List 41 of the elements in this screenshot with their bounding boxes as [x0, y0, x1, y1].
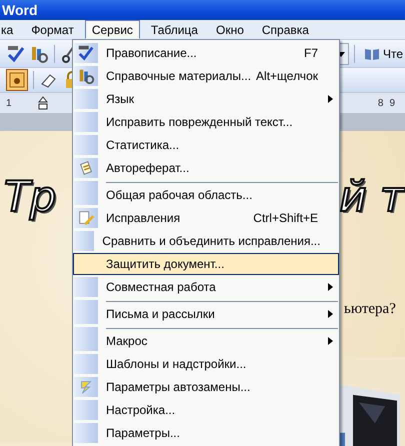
book-icon — [364, 46, 380, 60]
heading-text: Тр — [4, 171, 56, 223]
menu-item[interactable]: Письма и рассылки — [73, 299, 339, 325]
window-title: Word — [1, 2, 38, 18]
submenu-arrow-icon — [328, 95, 332, 103]
submenu-arrow-icon — [328, 310, 332, 318]
ruler-number: 8 — [378, 98, 384, 108]
submenu-arrow-icon — [328, 337, 332, 345]
menu-item[interactable]: Автореферат... — [73, 157, 339, 179]
menu-item[interactable]: Справка — [254, 20, 316, 39]
highlight-icon[interactable] — [6, 69, 28, 91]
menu-item[interactable]: Макрос — [73, 326, 339, 352]
reading-button[interactable]: Чте — [360, 46, 405, 60]
menu-item[interactable]: Общая рабочая область... — [73, 180, 339, 206]
spelling-icon — [77, 44, 95, 62]
body-text: ьютера? — [344, 301, 396, 317]
menu-item[interactable]: Формат — [24, 20, 81, 39]
menu-item[interactable]: Статистика... — [73, 134, 339, 156]
menu-item[interactable]: Сервис — [84, 20, 140, 39]
spelling-icon[interactable] — [6, 44, 26, 64]
pencil-page-icon — [77, 209, 95, 227]
menu-item[interactable]: Параметры... — [73, 422, 339, 444]
menu-item[interactable]: Параметры автозамены... — [73, 376, 339, 398]
document-icon — [77, 159, 95, 177]
menu-item[interactable]: Настройка... — [73, 399, 339, 421]
menu-item[interactable]: Правописание... F7 — [73, 42, 339, 64]
menu-item[interactable]: Сравнить и объединить исправления... — [73, 230, 339, 252]
books-icon — [77, 67, 95, 85]
menu-item[interactable]: Справочные материалы... Alt+щелчок — [73, 65, 339, 87]
indent-marker-icon[interactable] — [38, 96, 48, 110]
menu-item[interactable]: Защитить документ... — [73, 253, 339, 275]
ruler-number: 9 — [389, 98, 395, 108]
menu-item[interactable]: Таблица — [144, 20, 205, 39]
ruler-number: 1 — [6, 98, 12, 108]
menu-item[interactable]: Окно — [208, 20, 251, 39]
menu-item[interactable]: Исправления Ctrl+Shift+E — [73, 207, 339, 229]
submenu-arrow-icon — [328, 283, 332, 291]
menu-item[interactable]: ка — [0, 20, 20, 39]
menu-item[interactable]: Шаблоны и надстройки... — [73, 353, 339, 375]
menu-item[interactable]: Язык — [73, 88, 339, 110]
menu-item[interactable]: Совместная работа — [73, 276, 339, 298]
